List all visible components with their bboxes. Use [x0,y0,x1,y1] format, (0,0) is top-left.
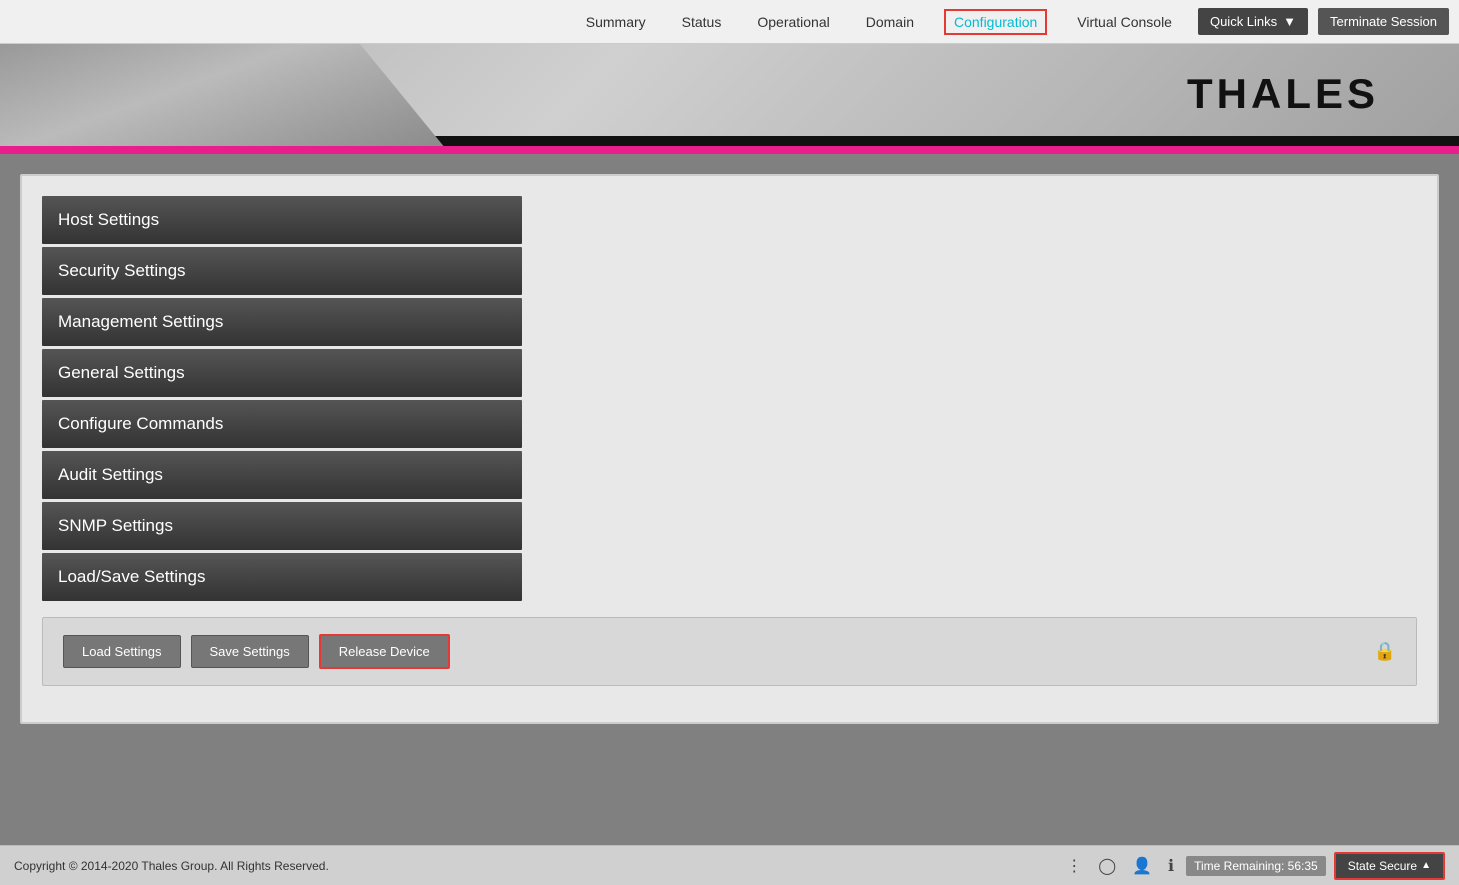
sidebar-item-configure-commands[interactable]: Configure Commands [42,400,522,448]
nav-summary[interactable]: Summary [580,10,652,34]
state-secure-chevron-icon: ▲ [1421,860,1431,871]
save-settings-button[interactable]: Save Settings [191,635,309,668]
sidebar-item-general-settings[interactable]: General Settings [42,349,522,397]
thales-logo: THALES [1187,70,1379,118]
nav-status[interactable]: Status [676,10,728,34]
footer: Copyright © 2014-2020 Thales Group. All … [0,845,1459,885]
nav-configuration[interactable]: Configuration [944,9,1047,35]
quick-links-button[interactable]: Quick Links ▼ [1198,8,1308,35]
quick-links-label: Quick Links [1210,14,1277,29]
grid-icon[interactable]: ⋮ [1062,854,1086,878]
release-device-button[interactable]: Release Device [319,634,450,669]
header-banner: THALES [0,44,1459,154]
nav-items: Summary Status Operational Domain Config… [580,9,1178,35]
copyright-text: Copyright © 2014-2020 Thales Group. All … [14,859,329,873]
state-secure-label: State Secure [1348,859,1417,873]
nav-operational[interactable]: Operational [751,10,835,34]
terminate-session-button[interactable]: Terminate Session [1318,8,1449,35]
nav-virtual-console[interactable]: Virtual Console [1071,10,1178,34]
sidebar-item-load-save-settings[interactable]: Load/Save Settings [42,553,522,601]
top-navigation: Summary Status Operational Domain Config… [0,0,1459,44]
main-content: Host Settings Security Settings Manageme… [0,154,1459,845]
sidebar-item-security-settings[interactable]: Security Settings [42,247,522,295]
info-icon[interactable]: ℹ [1164,854,1178,878]
banner-decoration [0,44,450,154]
state-secure-button[interactable]: State Secure ▲ [1334,852,1445,880]
sidebar-item-management-settings[interactable]: Management Settings [42,298,522,346]
user-icon[interactable]: 👤 [1128,854,1156,878]
time-remaining: Time Remaining: 56:35 [1186,856,1326,876]
nav-domain[interactable]: Domain [860,10,920,34]
circle-icon[interactable]: ◯ [1094,854,1120,878]
action-bar: Load Settings Save Settings Release Devi… [42,617,1417,686]
sidebar-item-host-settings[interactable]: Host Settings [42,196,522,244]
content-panel: Host Settings Security Settings Manageme… [20,174,1439,724]
footer-right: ⋮ ◯ 👤 ℹ Time Remaining: 56:35 State Secu… [1062,852,1445,880]
load-settings-button[interactable]: Load Settings [63,635,181,668]
sidebar-item-audit-settings[interactable]: Audit Settings [42,451,522,499]
sidebar-menu: Host Settings Security Settings Manageme… [42,196,522,601]
chevron-down-icon: ▼ [1283,14,1296,29]
sidebar-item-snmp-settings[interactable]: SNMP Settings [42,502,522,550]
lock-icon: 🔒 [1374,641,1396,662]
